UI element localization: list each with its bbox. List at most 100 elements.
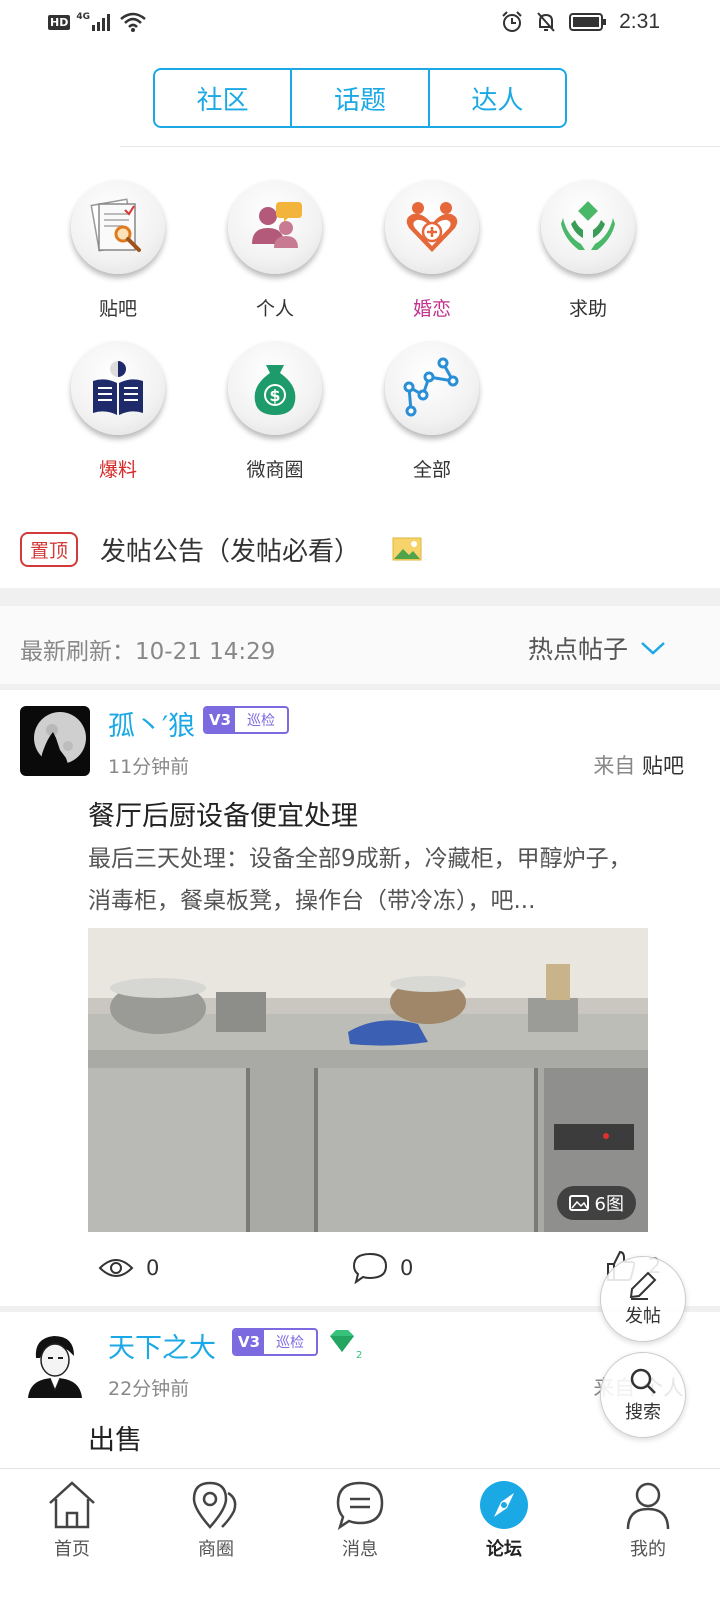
level-badge: V3 xyxy=(234,1330,265,1354)
helping-hands-icon xyxy=(561,201,615,250)
nav-messages[interactable]: 消息 xyxy=(288,1469,432,1600)
reader-book-icon xyxy=(93,361,143,415)
chevron-down-icon xyxy=(641,642,665,655)
pencil-icon xyxy=(629,1271,657,1300)
person-icon xyxy=(626,1482,670,1530)
comment-icon xyxy=(352,1252,388,1284)
kitchen-photo xyxy=(88,928,648,1232)
divider xyxy=(120,146,720,147)
tab-community[interactable]: 社区 xyxy=(155,70,293,126)
category-help[interactable]: 求助 xyxy=(518,180,658,321)
status-left: HD 4G xyxy=(48,12,146,32)
people-chat-icon xyxy=(252,202,302,248)
category-circle xyxy=(541,180,635,274)
nav-label: 商圈 xyxy=(198,1539,234,1560)
network-type: 4G xyxy=(76,12,90,22)
category-circle: $ xyxy=(228,341,322,435)
post-source[interactable]: 来自 贴吧 xyxy=(593,750,684,780)
comment-count[interactable]: 0 xyxy=(352,1252,413,1284)
role-badge: 巡检 xyxy=(247,713,276,729)
document-search-icon xyxy=(90,198,141,252)
eye-icon xyxy=(98,1259,134,1277)
category-circle xyxy=(71,341,165,435)
category-label: 爆料 xyxy=(98,459,137,481)
source-name: 贴吧 xyxy=(642,754,684,778)
pinned-badge: 置顶 xyxy=(20,531,79,567)
category-circle xyxy=(385,180,479,274)
section-divider xyxy=(0,588,720,606)
category-all[interactable]: 全部 xyxy=(362,341,502,482)
view-count: 0 xyxy=(98,1256,159,1280)
mute-bell-icon xyxy=(537,12,555,32)
image-count: 6图 xyxy=(556,1186,636,1220)
category-circle xyxy=(71,180,165,274)
view-count-value: 0 xyxy=(146,1256,160,1280)
category-label: 个人 xyxy=(255,298,294,320)
sketch-portrait-avatar xyxy=(20,1328,90,1398)
signal-icon xyxy=(92,14,110,31)
level-badge: V3 xyxy=(205,708,236,732)
category-tieba[interactable]: 贴吧 xyxy=(48,180,188,321)
gem-level: 2 xyxy=(356,1350,362,1360)
category-dating[interactable]: 婚恋 xyxy=(362,180,502,321)
tab-experts[interactable]: 达人 xyxy=(430,70,565,126)
search-button[interactable]: 搜索 xyxy=(600,1352,686,1438)
location-icon xyxy=(192,1481,237,1529)
category-personal[interactable]: 个人 xyxy=(205,180,345,321)
last-refresh: 最新刷新：10-21 14:29 xyxy=(20,639,276,665)
post-excerpt[interactable]: 最后三天处理：设备全部9成新，冷藏柜，甲醇炉子，消毒柜，餐桌板凳，操作台（带冷冻… xyxy=(88,838,650,922)
username[interactable]: 孤丶′狼 xyxy=(108,704,195,743)
post-time: 11分钟前 xyxy=(108,756,190,778)
nav-label: 消息 xyxy=(342,1539,378,1560)
nav-mine[interactable]: 我的 xyxy=(576,1469,720,1600)
category-label: 贴吧 xyxy=(98,298,137,320)
status-bar: HD 4G 2:31 xyxy=(0,0,720,50)
category-label: 微商圈 xyxy=(246,459,304,481)
category-label: 婚恋 xyxy=(412,298,451,320)
tab-topics[interactable]: 话题 xyxy=(292,70,430,126)
new-post-button[interactable]: 发帖 xyxy=(600,1256,686,1342)
category-scoop[interactable]: 爆料 xyxy=(48,341,188,482)
avatar[interactable] xyxy=(20,1328,90,1398)
post-title[interactable]: 餐厅后厨设备便宜处理 xyxy=(88,794,358,833)
message-icon xyxy=(336,1481,384,1530)
category-label: 全部 xyxy=(412,459,451,481)
user-badge: V3 巡检 xyxy=(203,706,290,734)
sort-dropdown[interactable]: 热点帖子 xyxy=(528,630,666,666)
wolf-moon-avatar xyxy=(20,706,90,776)
gallery-icon xyxy=(568,1195,589,1211)
nav-label: 首页 xyxy=(54,1539,90,1560)
pinned-title: 发帖公告（发帖必看） xyxy=(100,536,361,567)
refresh-row: 最新刷新：10-21 14:29 热点帖子 xyxy=(0,606,720,684)
clock: 2:31 xyxy=(619,10,660,33)
category-circle xyxy=(228,180,322,274)
post-card[interactable]: 孤丶′狼 V3 巡检 11分钟前 来自 贴吧 餐厅后厨设备便宜处理 最后三天处理… xyxy=(0,690,720,1306)
home-icon xyxy=(49,1481,95,1529)
post-title[interactable]: 出售 xyxy=(88,1418,142,1457)
sort-label: 热点帖子 xyxy=(527,635,628,664)
username[interactable]: 天下之大 xyxy=(108,1326,216,1365)
bottom-nav: 首页 商圈 消息 论坛 我的 xyxy=(0,1468,720,1600)
nav-business-circle[interactable]: 商圈 xyxy=(144,1469,288,1600)
forum-tabs: 社区 话题 达人 xyxy=(153,68,567,128)
heart-couple-icon xyxy=(406,202,458,252)
money-bag-icon: $ xyxy=(254,365,296,415)
search-icon xyxy=(630,1368,656,1394)
search-label: 搜索 xyxy=(625,1402,661,1423)
status-right: 2:31 xyxy=(501,10,660,34)
avatar[interactable] xyxy=(20,706,90,776)
pinned-post[interactable]: 置顶 发帖公告（发帖必看） xyxy=(20,530,422,568)
post-image[interactable]: 6图 xyxy=(88,928,648,1232)
wifi-icon xyxy=(120,12,146,32)
image-icon xyxy=(392,537,422,561)
category-label: 求助 xyxy=(568,298,607,320)
nav-forum[interactable]: 论坛 xyxy=(432,1469,576,1600)
category-wechat-business[interactable]: $ 微商圈 xyxy=(205,341,345,482)
diamond-icon: 2 xyxy=(330,1330,362,1360)
nav-label: 我的 xyxy=(630,1539,666,1560)
nav-home[interactable]: 首页 xyxy=(0,1469,144,1600)
nodes-graph-icon xyxy=(403,357,459,417)
category-circle xyxy=(385,341,479,435)
source-prefix: 来自 xyxy=(593,754,636,778)
role-badge: 巡检 xyxy=(276,1335,305,1351)
